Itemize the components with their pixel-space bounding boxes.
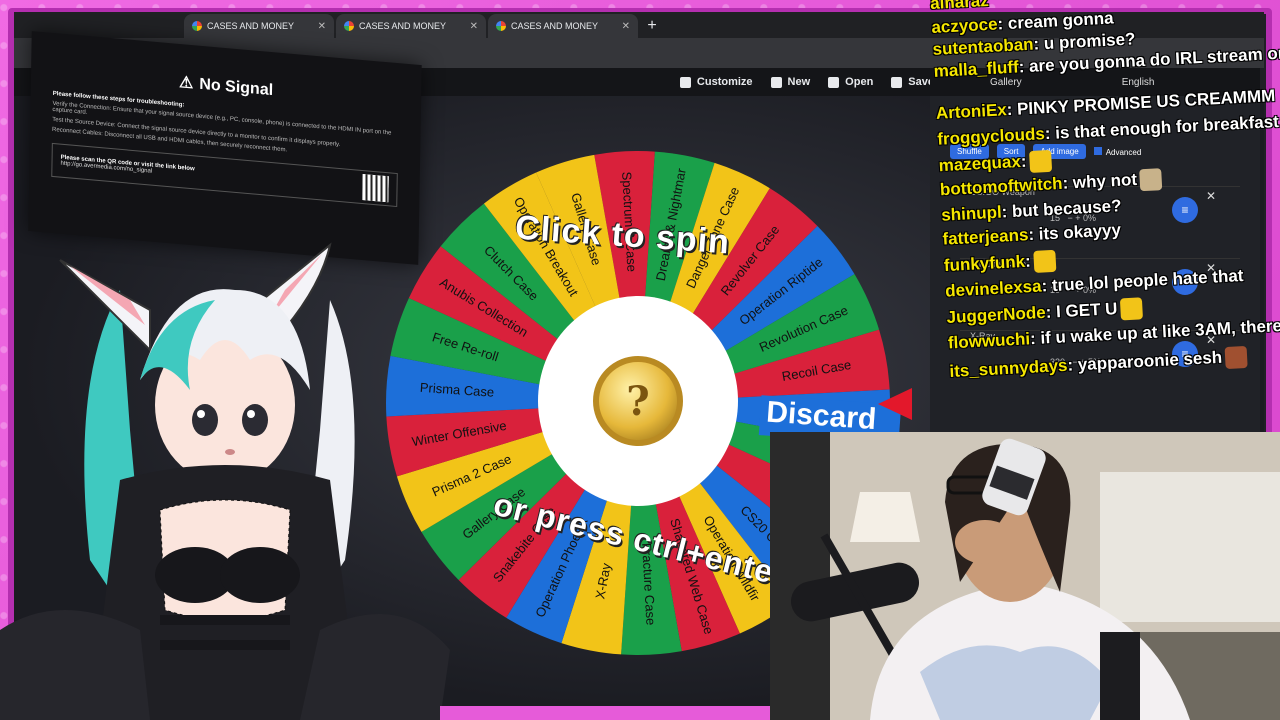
chat-message: mazequax: xyxy=(938,149,1055,178)
chat-username: mazequax xyxy=(938,151,1022,176)
chat-text: : u promise? xyxy=(1033,29,1136,54)
chat-emote-icon xyxy=(1139,168,1163,192)
chat-username: bottomoftwitch xyxy=(939,173,1064,200)
chat-message: ainaraz xyxy=(930,0,990,14)
chat-emote-icon xyxy=(1224,345,1248,370)
chat-emote-icon xyxy=(1028,149,1053,174)
chat-text: : true lol people hate that xyxy=(1041,265,1244,296)
file-new-icon xyxy=(770,76,782,88)
open-label: Open xyxy=(845,76,874,88)
folder-icon xyxy=(828,76,840,88)
new-tab-button[interactable]: + xyxy=(640,14,664,38)
chat-username: devinelexsa xyxy=(944,276,1043,301)
close-icon[interactable]: ✕ xyxy=(470,21,478,32)
chat-username: malla_fluff xyxy=(933,57,1020,81)
vtuber-avatar xyxy=(0,242,450,720)
chat-text: : xyxy=(1024,251,1032,271)
save-button[interactable]: Save xyxy=(891,76,934,88)
tab-title: CASES AND MONEY xyxy=(359,21,447,31)
chat-message: its_sunnydays: yapparoonie sesh xyxy=(948,345,1251,384)
palette-icon xyxy=(679,76,691,88)
chat-text: : but because? xyxy=(1001,196,1122,222)
chat-username: froggyclouds xyxy=(936,124,1046,149)
chat-text: : yapparoonie sesh xyxy=(1066,347,1223,375)
chrome-favicon-icon xyxy=(496,21,506,31)
chat-overlay: ainaraz aczyoce: cream gonna sutentaoban: … xyxy=(930,0,1280,429)
browser-tab[interactable]: CASES AND MONEY ✕ xyxy=(184,14,334,38)
chat-username: sutentaoban xyxy=(932,34,1035,59)
chat-emote-icon xyxy=(1119,297,1143,321)
wheel-center-image[interactable]: ? xyxy=(538,296,738,506)
mystery-coin-icon: ? xyxy=(593,356,683,446)
chat-emote-icon xyxy=(1033,249,1057,273)
customize-label: Customize xyxy=(696,76,753,88)
chat-text: : cream gonna xyxy=(997,8,1115,34)
tab-title: CASES AND MONEY xyxy=(511,21,599,31)
chat-text: : why not xyxy=(1062,169,1138,193)
browser-tab[interactable]: CASES AND MONEY ✕ xyxy=(336,14,486,38)
webcam-scene xyxy=(770,432,1280,720)
chat-username: funkyfunk xyxy=(943,251,1026,276)
tab-title: CASES AND MONEY xyxy=(207,21,295,31)
chat-username: ainaraz xyxy=(929,0,990,13)
overlay-bottom-strip xyxy=(440,706,770,720)
chrome-favicon-icon xyxy=(344,21,354,31)
chat-username: fatterjeans xyxy=(942,225,1029,249)
warning-icon: ⚠ xyxy=(178,73,194,93)
browser-tab[interactable]: CASES AND MONEY ✕ xyxy=(488,14,638,38)
chat-username: ArtoniEx xyxy=(935,100,1008,123)
chat-message: fatterjeans: its okayyy xyxy=(942,220,1121,249)
new-button[interactable]: New xyxy=(770,76,811,88)
chat-username: flowwuchi xyxy=(947,329,1031,353)
chat-username: JuggerNode xyxy=(946,302,1047,328)
customize-button[interactable]: Customize xyxy=(679,76,753,88)
close-icon[interactable]: ✕ xyxy=(318,21,326,32)
chat-text: : its okayyy xyxy=(1027,220,1122,245)
wheel-pointer-icon xyxy=(878,388,912,420)
chat-text: : xyxy=(1020,151,1027,171)
chat-text: : I GET U xyxy=(1045,299,1118,322)
chat-username: shinupl xyxy=(940,202,1003,225)
chat-message: funkyfunk: xyxy=(943,249,1059,278)
chat-username: its_sunnydays xyxy=(948,355,1068,381)
open-button[interactable]: Open xyxy=(828,76,873,88)
chat-username: aczyoce xyxy=(930,14,999,37)
close-icon[interactable]: ✕ xyxy=(622,21,630,32)
chrome-favicon-icon xyxy=(192,21,202,31)
no-signal-title: ⚠ No Signal xyxy=(178,73,274,100)
save-icon xyxy=(891,76,903,88)
webcam-feed xyxy=(770,432,1280,720)
new-label: New xyxy=(787,76,811,88)
